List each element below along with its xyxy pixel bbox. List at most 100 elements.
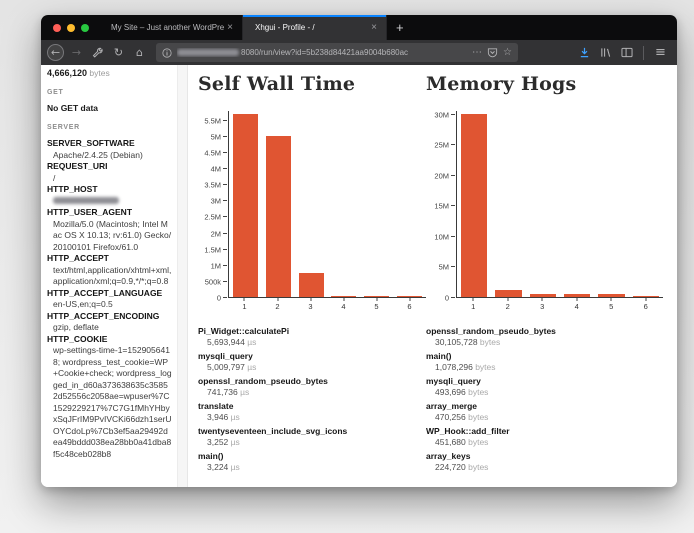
function-value: 224,720 bbox=[435, 462, 466, 472]
x-tick-label: 5 bbox=[374, 302, 378, 311]
x-tick-label: 1 bbox=[471, 302, 475, 311]
y-tick-label: 500k bbox=[205, 277, 221, 286]
close-window-button[interactable] bbox=[53, 24, 61, 32]
function-value: 493,696 bbox=[435, 387, 466, 397]
sidebar-toggle-button[interactable] bbox=[618, 44, 635, 61]
x-tick-mark bbox=[576, 298, 577, 301]
bar-mysqli_query[interactable] bbox=[266, 136, 291, 297]
function-link[interactable]: WP_Hook::add_filter bbox=[426, 426, 663, 437]
function-link[interactable]: Pi_Widget::calculatePi bbox=[198, 326, 426, 337]
y-tick-mark bbox=[451, 205, 455, 206]
y-axis: 05M10M15M20M25M30M bbox=[426, 111, 456, 298]
function-link[interactable]: openssl_random_pseudo_bytes bbox=[198, 376, 426, 387]
y-tick-mark bbox=[451, 144, 455, 145]
home-button[interactable]: ⌂ bbox=[131, 44, 148, 61]
bookmark-star-icon[interactable]: ☆ bbox=[503, 47, 512, 58]
url-bar[interactable]: 8080/run/view?id=5b238d84421aa9004b680ac… bbox=[156, 43, 518, 62]
bar-WP_Hook::add_filter[interactable] bbox=[598, 294, 624, 297]
bar-mysqli_query[interactable] bbox=[530, 294, 556, 297]
downloads-button[interactable] bbox=[576, 44, 593, 61]
function-link[interactable]: mysqli_query bbox=[426, 376, 663, 387]
menu-button[interactable]: ≡ bbox=[652, 44, 669, 61]
list-item: openssl_random_pseudo_bytes 30,105,728 b… bbox=[426, 326, 663, 348]
bar-Pi_Widget::calculatePi[interactable] bbox=[233, 114, 258, 297]
list-item: array_keys 224,720 bytes bbox=[426, 451, 663, 473]
home-icon: ⌂ bbox=[136, 46, 143, 59]
server-entry: SERVER_SOFTWARE Apache/2.4.25 (Debian) bbox=[47, 138, 172, 161]
function-link[interactable]: twentyseventeen_include_svg_icons bbox=[198, 426, 426, 437]
url-host-redacted bbox=[177, 49, 239, 56]
plot-area bbox=[456, 111, 663, 298]
server-section-heading: SERVER bbox=[47, 124, 172, 131]
function-value: 3,946 bbox=[207, 412, 228, 422]
y-tick-mark bbox=[451, 175, 455, 176]
page-actions-button[interactable]: ⋯ bbox=[472, 47, 482, 58]
bar-translate[interactable] bbox=[331, 296, 356, 297]
function-value: 30,105,728 bbox=[435, 337, 478, 347]
bar-array_keys[interactable] bbox=[633, 296, 659, 297]
back-button[interactable]: ← bbox=[47, 44, 64, 61]
server-entry: HTTP_COOKIE wp-settings-time-1=152905641… bbox=[47, 334, 172, 461]
self-wall-time-chart: 0500k1M1.5M2M2.5M3M3.5M4M4.5M5M5.5M 1234… bbox=[198, 111, 426, 312]
function-link[interactable]: main() bbox=[198, 451, 426, 462]
list-item: mysqli_query 493,696 bytes bbox=[426, 376, 663, 398]
bar-openssl_random_pseudo_bytes[interactable] bbox=[299, 273, 324, 297]
y-axis: 0500k1M1.5M2M2.5M3M3.5M4M4.5M5M5.5M bbox=[198, 111, 228, 298]
server-value: wp-settings-time-1=1529056418; wordpress… bbox=[47, 345, 172, 460]
bar-openssl_random_pseudo_bytes[interactable] bbox=[461, 114, 487, 297]
http-host-value-redacted bbox=[53, 197, 119, 204]
forward-button[interactable]: → bbox=[68, 44, 85, 61]
y-tick-mark bbox=[451, 114, 455, 115]
pocket-icon[interactable] bbox=[487, 47, 498, 58]
y-tick-label: 0 bbox=[217, 294, 221, 303]
new-tab-button[interactable]: + bbox=[387, 15, 413, 40]
x-tick-mark bbox=[507, 298, 508, 301]
x-tick-label: 3 bbox=[540, 302, 544, 311]
x-tick-label: 5 bbox=[609, 302, 613, 311]
function-value: 3,252 bbox=[207, 437, 228, 447]
page-content: 4,666,120 bytes GET No GET data SERVER S… bbox=[41, 65, 677, 487]
reload-button[interactable]: ↻ bbox=[110, 44, 127, 61]
library-button[interactable] bbox=[597, 44, 614, 61]
x-tick-label: 2 bbox=[275, 302, 279, 311]
close-icon[interactable]: × bbox=[368, 22, 380, 33]
get-section-heading: GET bbox=[47, 89, 172, 96]
tab-wordpress-site[interactable]: My Site – Just another WordPress s × bbox=[99, 15, 243, 40]
bar-main()[interactable] bbox=[397, 296, 422, 297]
y-tick-label: 5.5M bbox=[204, 116, 221, 125]
y-tick-label: 25M bbox=[434, 141, 449, 150]
function-link[interactable]: array_keys bbox=[426, 451, 663, 462]
y-tick-label: 30M bbox=[434, 110, 449, 119]
function-link[interactable]: openssl_random_pseudo_bytes bbox=[426, 326, 663, 337]
server-value: Mozilla/5.0 (Macintosh; Intel Mac OS X 1… bbox=[47, 219, 172, 254]
list-item: openssl_random_pseudo_bytes 741,736 µs bbox=[198, 376, 426, 398]
x-tick-label: 4 bbox=[341, 302, 345, 311]
tools-button[interactable] bbox=[89, 44, 106, 61]
bar-main()[interactable] bbox=[495, 290, 521, 297]
close-icon[interactable]: × bbox=[224, 22, 236, 33]
x-tick-label: 6 bbox=[407, 302, 411, 311]
memory-hogs-panel: Memory Hogs 05M10M15M20M25M30M 123456 op… bbox=[426, 70, 677, 487]
server-key: HTTP_ACCEPT_ENCODING bbox=[47, 311, 172, 323]
y-tick-label: 4M bbox=[211, 165, 221, 174]
zoom-window-button[interactable] bbox=[81, 24, 89, 32]
minimize-window-button[interactable] bbox=[67, 24, 75, 32]
plot-area bbox=[228, 111, 426, 298]
function-link[interactable]: mysqli_query bbox=[198, 351, 426, 362]
value-unit: µs bbox=[231, 437, 240, 447]
bar-array_merge[interactable] bbox=[564, 294, 590, 297]
function-link[interactable]: translate bbox=[198, 401, 426, 412]
list-item: main() 1,078,296 bytes bbox=[426, 351, 663, 373]
y-tick-label: 20M bbox=[434, 171, 449, 180]
bar-twentyseventeen_include_svg_icons[interactable] bbox=[364, 296, 389, 297]
y-tick-label: 0 bbox=[445, 294, 449, 303]
function-link[interactable]: main() bbox=[426, 351, 663, 362]
sidebar-scrollbar[interactable] bbox=[177, 65, 188, 487]
value-unit: bytes bbox=[468, 462, 488, 472]
tab-xhgui-profile[interactable]: Xhgui - Profile - / × bbox=[243, 15, 387, 40]
function-link[interactable]: array_merge bbox=[426, 401, 663, 412]
x-tick-label: 3 bbox=[308, 302, 312, 311]
y-tick-mark bbox=[223, 265, 227, 266]
server-value: text/html,application/xhtml+xml,applicat… bbox=[47, 265, 172, 288]
y-tick-label: 2M bbox=[211, 229, 221, 238]
